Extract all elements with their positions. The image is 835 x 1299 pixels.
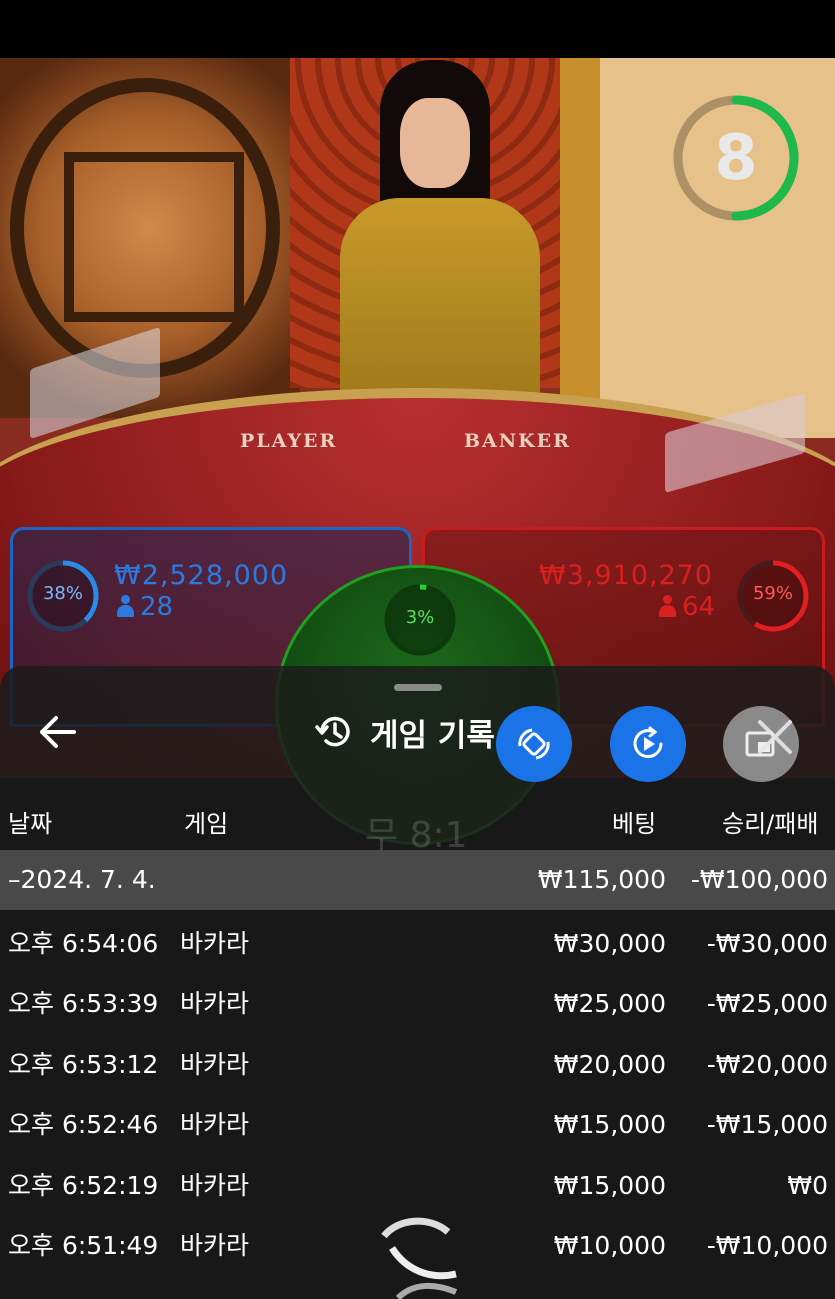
- arrow-left-icon: [40, 716, 76, 748]
- history-time: 오후 6:53:12: [8, 1049, 159, 1079]
- history-time: 오후 6:54:06: [8, 929, 159, 958]
- countdown-value: 8: [714, 121, 758, 194]
- history-row[interactable]: 오후 6:52:19 바카라 ₩15,000 ₩0: [0, 1156, 835, 1216]
- sheet-title-text: 게임 기록: [370, 717, 495, 754]
- replay-button[interactable]: [610, 706, 686, 782]
- column-header-date: 날짜: [8, 810, 53, 838]
- history-game: 바카라: [180, 929, 250, 958]
- rotate-button[interactable]: [496, 706, 572, 782]
- player-count: 28: [117, 592, 173, 622]
- loading-spinner-icon: [381, 1217, 458, 1299]
- banker-percent: 59%: [752, 583, 793, 604]
- countdown-timer: 8: [668, 90, 804, 226]
- history-game: 바카라: [180, 1110, 250, 1140]
- history-row[interactable]: 오후 6:53:39 바카라 ₩25,000 -₩25,000: [0, 974, 835, 1034]
- table-label-banker: BANKER: [464, 430, 571, 452]
- history-bet: ₩15,000: [553, 1170, 666, 1200]
- summary-date: –2024. 7. 4.: [8, 865, 156, 894]
- date-summary-row[interactable]: –2024. 7. 4. ₩115,000 -₩100,000: [0, 850, 835, 910]
- history-result: -₩15,000: [706, 1110, 828, 1140]
- rotate-icon: [518, 728, 550, 760]
- person-icon: [117, 595, 134, 617]
- history-result: -₩30,000: [706, 929, 828, 958]
- banker-bet-amount: ₩3,910,270: [539, 560, 714, 591]
- history-game: 바카라: [180, 1049, 250, 1079]
- person-icon: [659, 595, 676, 617]
- history-bet: ₩25,000: [553, 989, 666, 1019]
- summary-result: -₩100,000: [690, 865, 828, 894]
- history-row[interactable]: 오후 6:52:46 바카라 ₩15,000 -₩15,000: [0, 1095, 835, 1155]
- sheet-title: 게임 기록: [314, 710, 495, 754]
- dealer: [320, 58, 540, 398]
- history-row[interactable]: 오후 6:54:06 바카라 ₩30,000 -₩30,000: [0, 914, 835, 974]
- banker-percent-ring: 59%: [735, 558, 811, 634]
- game-history-sheet: 게임 기록 무 8:1 날짜 게임 베팅 승리/패배 –2024. 7. 4. …: [0, 666, 835, 1299]
- tie-percent-ring: 3%: [382, 582, 458, 658]
- history-result: -₩20,000: [706, 1049, 828, 1079]
- player-percent-ring: 38%: [25, 558, 101, 634]
- table-label-player: PLAYER: [240, 430, 338, 452]
- summary-bet: ₩115,000: [537, 865, 666, 894]
- history-result: -₩10,000: [706, 1231, 828, 1260]
- history-time: 오후 6:52:46: [8, 1110, 159, 1140]
- back-button[interactable]: [34, 712, 82, 752]
- close-icon: [758, 720, 792, 754]
- history-bet: ₩15,000: [553, 1110, 666, 1140]
- history-time: 오후 6:53:39: [8, 989, 159, 1019]
- tie-percent: 3%: [405, 607, 435, 628]
- status-bar: [0, 0, 835, 58]
- column-header-result: 승리/패배: [722, 810, 819, 838]
- history-game: 바카라: [180, 989, 250, 1019]
- history-bet: ₩10,000: [553, 1231, 666, 1260]
- history-bet: ₩30,000: [553, 929, 666, 958]
- history-bet: ₩20,000: [553, 1049, 666, 1079]
- history-game: 바카라: [180, 1170, 250, 1200]
- history-time: 오후 6:51:49: [8, 1231, 159, 1260]
- sheet-drag-handle[interactable]: [394, 684, 442, 691]
- close-button[interactable]: [752, 714, 798, 760]
- history-result: ₩0: [787, 1170, 828, 1200]
- history-time: 오후 6:52:19: [8, 1170, 159, 1200]
- player-bet-amount: ₩2,528,000: [114, 560, 289, 591]
- replay-icon: [633, 726, 663, 759]
- column-header-bet: 베팅: [612, 810, 657, 838]
- banker-count: 64: [659, 592, 715, 622]
- player-percent: 38%: [42, 583, 83, 604]
- history-row[interactable]: 오후 6:53:12 바카라 ₩20,000 -₩20,000: [0, 1035, 835, 1095]
- history-game: 바카라: [180, 1231, 250, 1260]
- column-header-game: 게임: [184, 810, 229, 838]
- history-clock-icon: [315, 716, 350, 747]
- history-result: -₩25,000: [706, 989, 828, 1019]
